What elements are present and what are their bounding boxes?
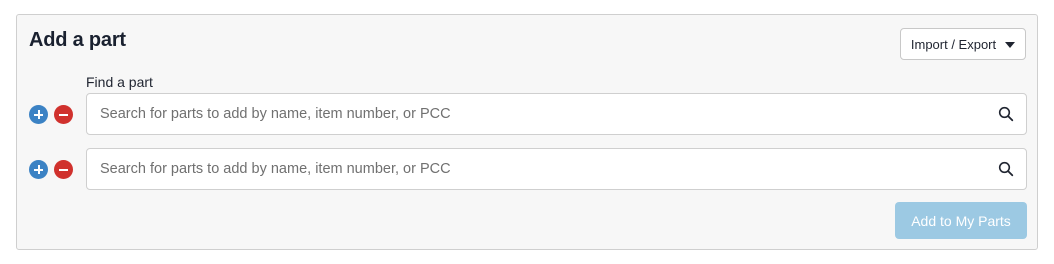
add-part-panel: Add a part Import / Export Find a part A… <box>16 14 1038 250</box>
search-icon[interactable] <box>998 161 1014 177</box>
import-export-label: Import / Export <box>910 36 997 52</box>
part-search-row <box>17 92 1037 136</box>
search-icon[interactable] <box>998 106 1014 122</box>
part-search-row <box>17 147 1037 191</box>
find-part-label: Find a part <box>86 74 153 90</box>
import-export-dropdown-button[interactable]: Import / Export <box>900 28 1026 60</box>
caret-down-icon <box>1005 41 1016 48</box>
part-search-input[interactable] <box>87 149 990 189</box>
minus-circle-icon[interactable] <box>54 160 73 179</box>
minus-circle-icon[interactable] <box>54 105 73 124</box>
part-search-field <box>86 93 1027 135</box>
part-search-field <box>86 148 1027 190</box>
panel-title: Add a part <box>29 29 126 51</box>
part-search-input[interactable] <box>87 94 990 134</box>
plus-circle-icon[interactable] <box>29 160 48 179</box>
plus-circle-icon[interactable] <box>29 105 48 124</box>
add-to-my-parts-button[interactable]: Add to My Parts <box>895 202 1027 239</box>
